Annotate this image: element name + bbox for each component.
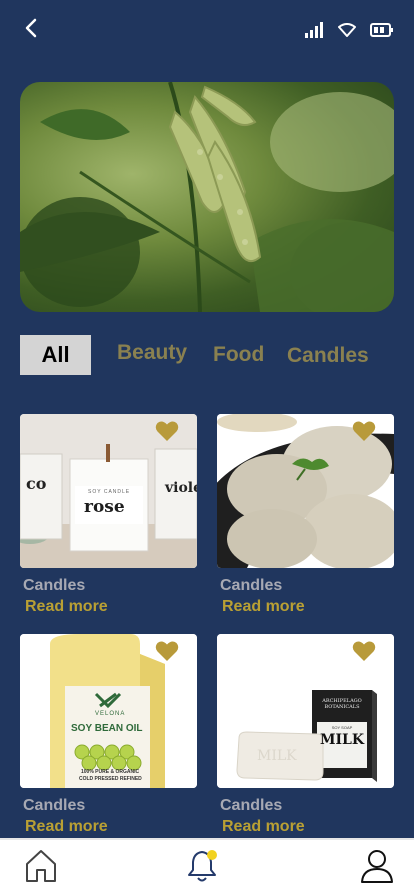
soybean-pods-illustration <box>20 82 394 312</box>
heart-icon <box>155 421 179 441</box>
product-image <box>217 414 394 568</box>
oil-desc-1: 100% PURE & ORGANIC <box>81 769 140 775</box>
product-image: co SOY CANDLE rose violet <box>20 414 197 568</box>
jar-label-right: violet <box>165 480 197 496</box>
soap-box-brand: ARCHIPELAGO BOTANICALS <box>322 698 362 710</box>
oil-desc-2: COLD PRESSED REFINED <box>79 776 142 782</box>
heart-icon <box>352 641 376 661</box>
heart-icon <box>155 641 179 661</box>
status-icons <box>304 22 394 38</box>
heart-icon <box>352 421 376 441</box>
nav-profile[interactable] <box>359 848 395 889</box>
status-bar <box>0 0 414 60</box>
signal-icon <box>305 22 323 38</box>
product-image: VELONA SOY BEAN OIL 100% PURE & ORGANIC … <box>20 634 197 788</box>
tab-candles[interactable]: Candles <box>287 344 369 368</box>
chevron-left-icon <box>25 18 37 38</box>
wifi-icon <box>338 23 356 37</box>
product-category: Candles <box>23 797 86 814</box>
nav-home[interactable] <box>24 848 58 889</box>
battery-icon <box>370 23 393 37</box>
jar-label-center: rose <box>84 497 125 517</box>
product-card[interactable]: Candles Read more <box>217 414 394 616</box>
read-more-link[interactable]: Read more <box>222 818 394 836</box>
jar-label-left: co <box>26 474 47 493</box>
tab-all[interactable]: All <box>20 335 91 375</box>
product-category: Candles <box>23 577 86 594</box>
product-category: Candles <box>220 797 283 814</box>
tab-beauty[interactable]: Beauty <box>117 341 187 365</box>
category-tabs: All Beauty Food Candles <box>20 334 400 378</box>
notification-bell-icon <box>188 850 217 882</box>
read-more-link[interactable]: Read more <box>25 818 197 836</box>
hero-image <box>20 82 394 312</box>
read-more-link[interactable]: Read more <box>222 598 394 616</box>
bottom-navigation <box>0 838 414 896</box>
soap-bar-text: MILK <box>257 748 297 764</box>
favorite-button[interactable] <box>352 420 376 442</box>
back-button[interactable] <box>20 16 44 40</box>
read-more-link[interactable]: Read more <box>25 598 197 616</box>
product-card[interactable]: VELONA SOY BEAN OIL 100% PURE & ORGANIC … <box>20 634 197 836</box>
home-icon <box>26 850 56 882</box>
oil-product-name: SOY BEAN OIL <box>71 723 143 734</box>
favorite-button[interactable] <box>352 640 376 662</box>
soap-box-title: MILK <box>319 732 365 748</box>
profile-icon <box>361 850 393 883</box>
product-card[interactable]: ARCHIPELAGO BOTANICALS SOY SOAP MILK MIL… <box>217 634 394 836</box>
jar-label-small: SOY CANDLE <box>88 489 131 495</box>
product-card[interactable]: co SOY CANDLE rose violet Candles Read m… <box>20 414 197 616</box>
product-image: ARCHIPELAGO BOTANICALS SOY SOAP MILK MIL… <box>217 634 394 788</box>
tab-food[interactable]: Food <box>213 343 264 367</box>
soap-box-sub: SOY SOAP <box>331 725 353 730</box>
nav-notifications[interactable] <box>185 848 221 889</box>
favorite-button[interactable] <box>155 420 179 442</box>
product-category: Candles <box>220 577 283 594</box>
favorite-button[interactable] <box>155 640 179 662</box>
oil-brand: VELONA <box>95 711 126 717</box>
